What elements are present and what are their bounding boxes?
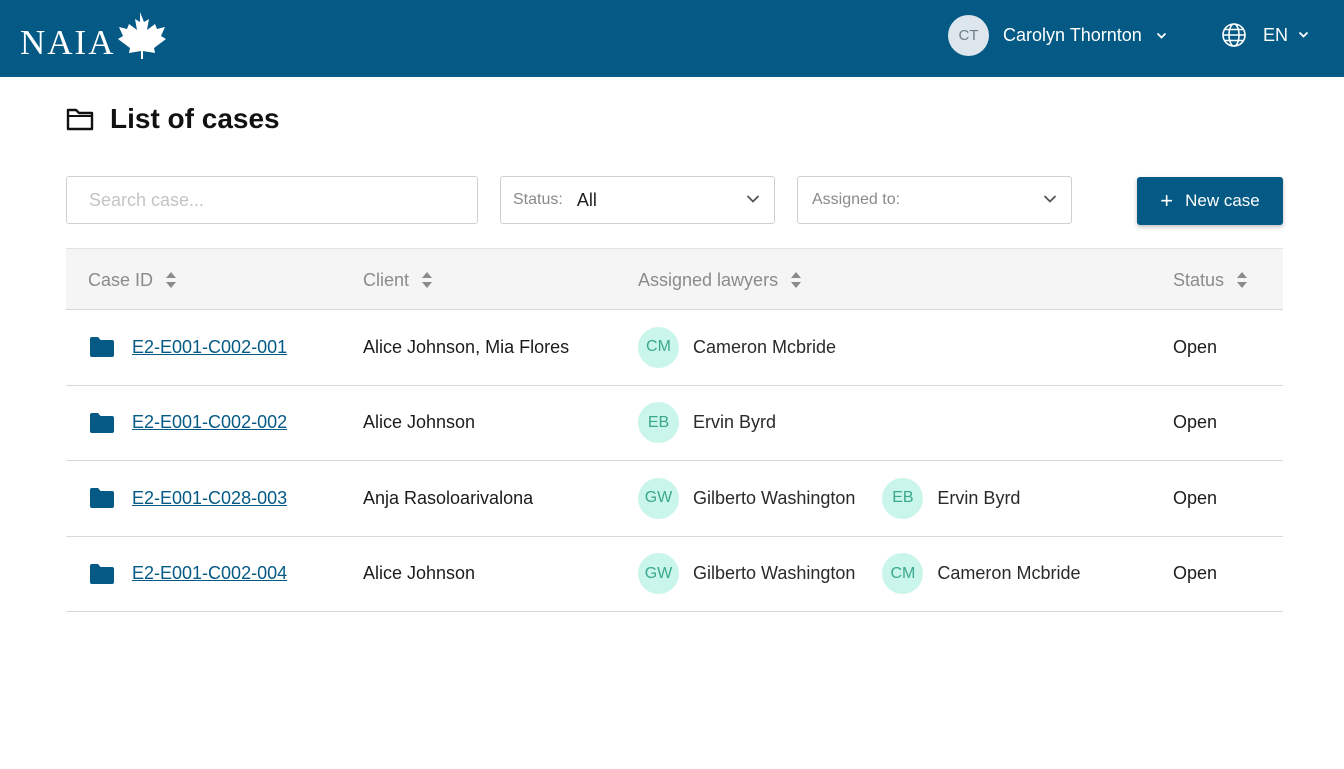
column-label: Case ID <box>88 269 154 290</box>
user-name: Carolyn Thornton <box>1003 25 1142 45</box>
lawyer-chip: GW Gilberto Washington <box>638 477 856 519</box>
assigned-to-label: Assigned to: <box>812 191 901 208</box>
folder-icon <box>90 337 114 358</box>
assigned-lawyers-cell: GW Gilberto Washington CM Cameron Mcbrid… <box>638 537 1107 612</box>
lawyer-chip: CM Cameron Mcbride <box>882 553 1081 595</box>
case-id-cell: E2-E001-C028-003 <box>90 461 287 536</box>
cases-table: Case ID Client Assigned lawyers Status E… <box>66 248 1283 612</box>
lawyer-chip: GW Gilberto Washington <box>638 553 856 595</box>
user-avatar: CT <box>948 15 989 56</box>
assigned-to-filter[interactable]: Assigned to: <box>797 176 1072 224</box>
client-cell: Alice Johnson, Mia Flores <box>363 336 570 357</box>
sort-icon <box>166 272 177 288</box>
column-header-status[interactable]: Status <box>1173 249 1248 311</box>
plus-icon: + <box>1160 188 1174 213</box>
case-id-link[interactable]: E2-E001-C002-002 <box>132 412 287 433</box>
new-case-button[interactable]: + New case <box>1137 177 1283 225</box>
naia-logo[interactable]: NAIA <box>20 10 166 62</box>
lawyer-name: Cameron Mcbride <box>693 336 837 357</box>
status-filter-value: All <box>576 189 597 210</box>
case-id-cell: E2-E001-C002-001 <box>90 310 287 385</box>
column-header-assigned-lawyers[interactable]: Assigned lawyers <box>638 249 802 311</box>
chevron-down-icon <box>1156 32 1166 39</box>
table-row: E2-E001-C002-002 Alice Johnson EB Ervin … <box>66 386 1283 461</box>
page-header: List of cases <box>66 100 280 138</box>
assigned-lawyers-cell: CM Cameron Mcbride <box>638 310 863 385</box>
chevron-down-icon <box>746 195 760 203</box>
new-case-label: New case <box>1185 191 1260 210</box>
lawyer-chip: EB Ervin Byrd <box>638 402 777 444</box>
lawyer-avatar: GW <box>638 553 679 595</box>
status-cell: Open <box>1173 336 1218 357</box>
lawyer-name: Gilberto Washington <box>693 563 856 584</box>
client-cell: Anja Rasoloarivalona <box>363 487 534 508</box>
lawyer-name: Gilberto Washington <box>693 487 856 508</box>
folder-icon <box>90 412 114 433</box>
column-label: Status <box>1173 269 1225 290</box>
table-row: E2-E001-C028-003 Anja Rasoloarivalona GW… <box>66 461 1283 537</box>
folder-icon <box>90 488 114 509</box>
lawyer-avatar: CM <box>638 326 679 368</box>
case-id-cell: E2-E001-C002-002 <box>90 386 287 461</box>
lawyer-avatar: EB <box>882 477 924 519</box>
lawyer-chip: CM Cameron Mcbride <box>638 326 837 368</box>
user-menu[interactable]: CT Carolyn Thornton <box>948 15 1167 56</box>
chevron-down-icon <box>1298 31 1309 38</box>
globe-icon <box>1222 23 1246 47</box>
lawyer-name: Ervin Byrd <box>693 412 777 433</box>
lawyer-chip: EB Ervin Byrd <box>882 477 1021 519</box>
page-title: List of cases <box>110 103 280 134</box>
column-header-case-id[interactable]: Case ID <box>88 249 177 311</box>
case-id-link[interactable]: E2-E001-C002-001 <box>132 337 287 358</box>
status-cell: Open <box>1173 487 1218 508</box>
language-code: EN <box>1263 24 1289 45</box>
sort-icon <box>791 272 802 288</box>
assigned-lawyers-cell: GW Gilberto Washington EB Ervin Byrd <box>638 461 1047 536</box>
case-id-link[interactable]: E2-E001-C002-004 <box>132 563 287 584</box>
lawyer-name: Cameron Mcbride <box>937 563 1081 584</box>
lawyer-avatar: GW <box>638 477 679 519</box>
status-cell: Open <box>1173 412 1218 433</box>
lawyer-name: Ervin Byrd <box>937 487 1021 508</box>
client-cell: Alice Johnson <box>363 563 476 584</box>
logo-text: NAIA <box>20 23 116 62</box>
table-header: Case ID Client Assigned lawyers Status <box>66 248 1283 310</box>
top-bar: NAIA CT Carolyn Thornton EN <box>0 0 1344 77</box>
chevron-down-icon <box>1043 195 1057 203</box>
client-cell: Alice Johnson <box>363 412 476 433</box>
column-label: Client <box>363 269 410 290</box>
column-label: Assigned lawyers <box>638 269 779 290</box>
folder-icon <box>90 563 114 584</box>
table-row: E2-E001-C002-004 Alice Johnson GW Gilber… <box>66 537 1283 612</box>
status-filter[interactable]: Status: All <box>500 176 775 224</box>
table-row: E2-E001-C002-001 Alice Johnson, Mia Flor… <box>66 310 1283 386</box>
case-id-cell: E2-E001-C002-004 <box>90 537 287 612</box>
status-cell: Open <box>1173 563 1218 584</box>
folder-outline-icon <box>66 108 94 131</box>
lawyer-avatar: EB <box>638 402 679 444</box>
language-selector[interactable]: EN <box>1221 20 1309 50</box>
sort-icon <box>422 272 433 288</box>
sort-icon <box>1237 272 1248 288</box>
case-id-link[interactable]: E2-E001-C028-003 <box>132 488 287 509</box>
column-header-client[interactable]: Client <box>363 249 433 311</box>
assigned-lawyers-cell: EB Ervin Byrd <box>638 386 803 461</box>
lawyer-avatar: CM <box>882 553 924 595</box>
status-filter-label: Status: <box>513 191 563 208</box>
search-input[interactable] <box>66 176 478 224</box>
maple-leaf-icon <box>118 12 166 59</box>
